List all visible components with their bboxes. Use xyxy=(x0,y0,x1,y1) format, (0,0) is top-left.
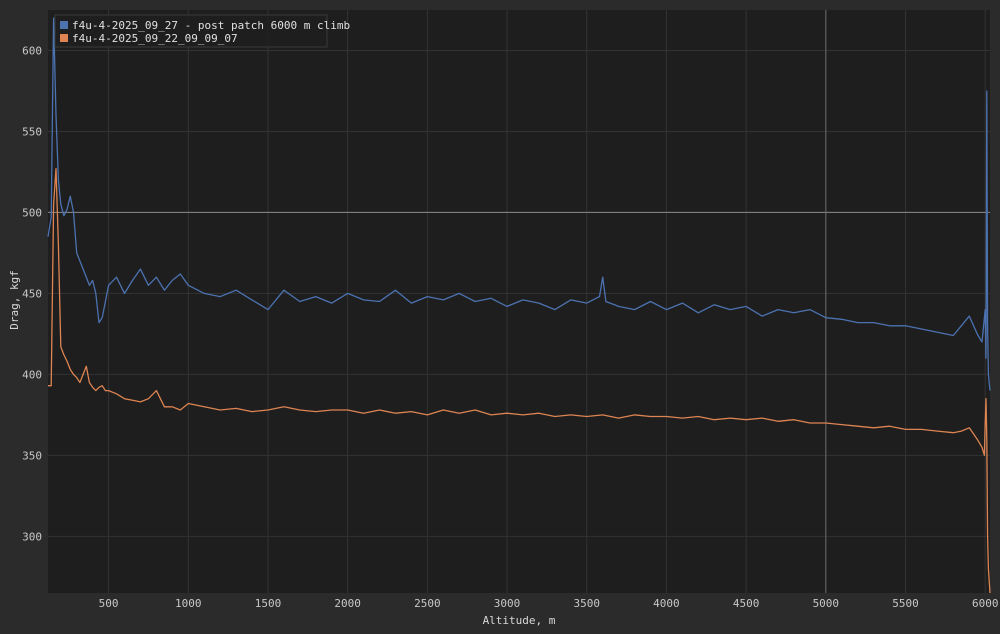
legend-swatch xyxy=(60,34,68,42)
x-tick-label: 500 xyxy=(99,597,119,610)
x-tick-label: 4000 xyxy=(653,597,680,610)
x-axis-label: Altitude, m xyxy=(483,614,556,627)
x-tick-label: 1000 xyxy=(175,597,202,610)
y-tick-label: 400 xyxy=(22,368,42,381)
x-tick-label: 5500 xyxy=(892,597,919,610)
x-tick-label: 3500 xyxy=(573,597,600,610)
y-tick-label: 550 xyxy=(22,125,42,138)
y-axis-label: Drag, kgf xyxy=(8,270,21,330)
x-tick-label: 2500 xyxy=(414,597,441,610)
x-tick-label: 2000 xyxy=(334,597,361,610)
x-tick-label: 1500 xyxy=(255,597,282,610)
y-tick-label: 350 xyxy=(22,449,42,462)
y-tick-label: 500 xyxy=(22,206,42,219)
x-tick-label: 4500 xyxy=(733,597,760,610)
y-tick-label: 600 xyxy=(22,44,42,57)
x-tick-label: 6000 xyxy=(972,597,999,610)
legend-swatch xyxy=(60,21,68,29)
legend-entry: f4u-4-2025_09_22_09_09_07 xyxy=(72,32,238,45)
x-axis-ticks: 500 1000 1500 2000 2500 3000 3500 4000 4500 5000 5… xyxy=(99,597,999,610)
y-axis-ticks: 300 350 400 450 500 550 600 xyxy=(22,44,42,543)
y-tick-label: 300 xyxy=(22,530,42,543)
legend: f4u-4-2025_09_27 - post patch 6000 m cli… xyxy=(54,14,350,48)
drag-vs-altitude-chart: 500 1000 1500 2000 2500 3000 3500 4000 4500 5000 5… xyxy=(8,10,999,627)
x-tick-label: 3000 xyxy=(494,597,521,610)
y-tick-label: 450 xyxy=(22,287,42,300)
legend-entry: f4u-4-2025_09_27 - post patch 6000 m cli… xyxy=(72,19,350,32)
x-tick-label: 5000 xyxy=(813,597,840,610)
